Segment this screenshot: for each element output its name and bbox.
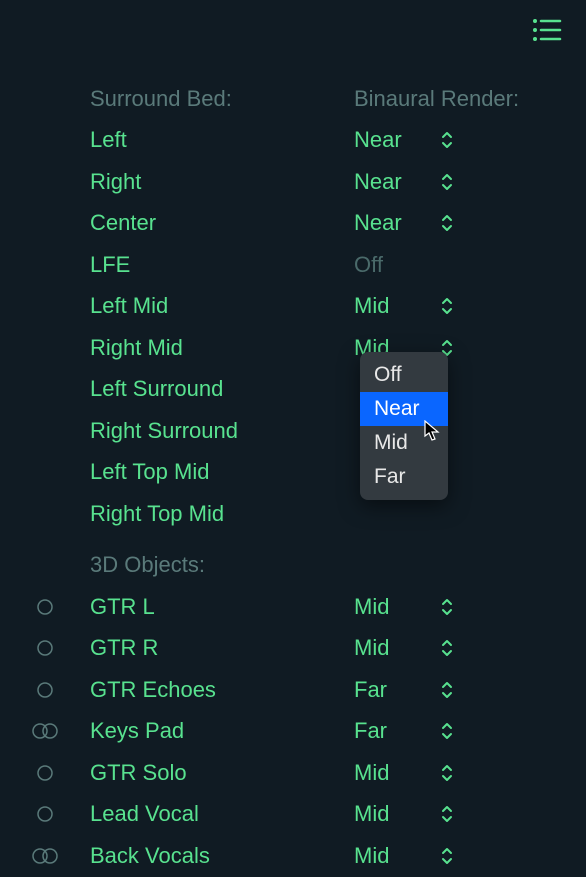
object-label: GTR Echoes bbox=[90, 677, 354, 703]
channel-label: LFE bbox=[90, 252, 354, 278]
updown-selector-icon[interactable] bbox=[432, 722, 462, 740]
render-value[interactable]: Mid bbox=[354, 594, 432, 620]
mono-object-icon bbox=[0, 764, 90, 782]
objects-3d-header: 3D Objects: bbox=[90, 552, 354, 578]
object-row: Keys PadFar bbox=[0, 711, 586, 753]
surround-row: Right Surround bbox=[0, 410, 586, 452]
updown-selector-icon[interactable] bbox=[432, 131, 462, 149]
channel-label: Left Mid bbox=[90, 293, 354, 319]
render-value[interactable]: Near bbox=[354, 127, 432, 153]
render-value[interactable]: Mid bbox=[354, 635, 432, 661]
updown-selector-icon[interactable] bbox=[432, 598, 462, 616]
object-row: GTR SoloMid bbox=[0, 752, 586, 794]
channel-label: Center bbox=[90, 210, 354, 236]
updown-selector-icon[interactable] bbox=[432, 214, 462, 232]
binaural-render-header: Binaural Render: bbox=[354, 86, 554, 112]
object-row: Back VocalsMid bbox=[0, 835, 586, 877]
updown-selector-icon[interactable] bbox=[432, 805, 462, 823]
object-label: Back Vocals bbox=[90, 843, 354, 869]
updown-selector-icon[interactable] bbox=[432, 681, 462, 699]
object-label: Lead Vocal bbox=[90, 801, 354, 827]
render-value[interactable]: Far bbox=[354, 677, 432, 703]
render-value[interactable]: Mid bbox=[354, 843, 432, 869]
channel-label: Right Surround bbox=[90, 418, 354, 444]
object-label: GTR L bbox=[90, 594, 354, 620]
channel-label: Right Mid bbox=[90, 335, 354, 361]
channel-label: Left bbox=[90, 127, 354, 153]
object-row: Lead VocalMid bbox=[0, 794, 586, 836]
mono-object-icon bbox=[0, 598, 90, 616]
object-row: GTR RMid bbox=[0, 628, 586, 670]
render-value[interactable]: Near bbox=[354, 210, 432, 236]
object-label: GTR R bbox=[90, 635, 354, 661]
surround-row: LFEOff bbox=[0, 244, 586, 286]
object-row: GTR LMid bbox=[0, 586, 586, 628]
popup-option[interactable]: Far bbox=[360, 460, 448, 494]
render-distance-popup[interactable]: OffNearMidFar bbox=[360, 352, 448, 500]
surround-row: CenterNear bbox=[0, 203, 586, 245]
render-value[interactable]: Mid bbox=[354, 293, 432, 319]
mono-object-icon bbox=[0, 805, 90, 823]
panel-content: Surround Bed: Binaural Render: LeftNearR… bbox=[0, 0, 586, 877]
popup-option[interactable]: Mid bbox=[360, 426, 448, 460]
stereo-object-icon bbox=[0, 847, 90, 865]
surround-row: Right MidMid bbox=[0, 327, 586, 369]
mono-object-icon bbox=[0, 639, 90, 657]
popup-option[interactable]: Near bbox=[360, 392, 448, 426]
channel-label: Left Top Mid bbox=[90, 459, 354, 485]
objects-header-row: 3D Objects: bbox=[0, 545, 586, 587]
render-value[interactable]: Far bbox=[354, 718, 432, 744]
updown-selector-icon[interactable] bbox=[432, 297, 462, 315]
menu-icon[interactable] bbox=[532, 18, 562, 48]
surround-row: Left Surround bbox=[0, 369, 586, 411]
channel-label: Right Top Mid bbox=[90, 501, 354, 527]
surround-row: RightNear bbox=[0, 161, 586, 203]
mono-object-icon bbox=[0, 681, 90, 699]
channel-label: Right bbox=[90, 169, 354, 195]
render-value: Off bbox=[354, 252, 432, 278]
surround-row: Left Top Mid bbox=[0, 452, 586, 494]
surround-row: LeftNear bbox=[0, 120, 586, 162]
surround-bed-header: Surround Bed: bbox=[90, 86, 354, 112]
updown-selector-icon[interactable] bbox=[432, 847, 462, 865]
updown-selector-icon[interactable] bbox=[432, 764, 462, 782]
header-row: Surround Bed: Binaural Render: bbox=[0, 78, 586, 120]
surround-row: Left MidMid bbox=[0, 286, 586, 328]
object-row: GTR EchoesFar bbox=[0, 669, 586, 711]
channel-label: Left Surround bbox=[90, 376, 354, 402]
updown-selector-icon[interactable] bbox=[432, 173, 462, 191]
object-label: GTR Solo bbox=[90, 760, 354, 786]
render-value[interactable]: Mid bbox=[354, 801, 432, 827]
surround-row: Right Top Mid bbox=[0, 493, 586, 535]
render-value[interactable]: Mid bbox=[354, 760, 432, 786]
object-label: Keys Pad bbox=[90, 718, 354, 744]
stereo-object-icon bbox=[0, 722, 90, 740]
updown-selector-icon[interactable] bbox=[432, 639, 462, 657]
popup-option[interactable]: Off bbox=[360, 358, 448, 392]
render-value[interactable]: Near bbox=[354, 169, 432, 195]
